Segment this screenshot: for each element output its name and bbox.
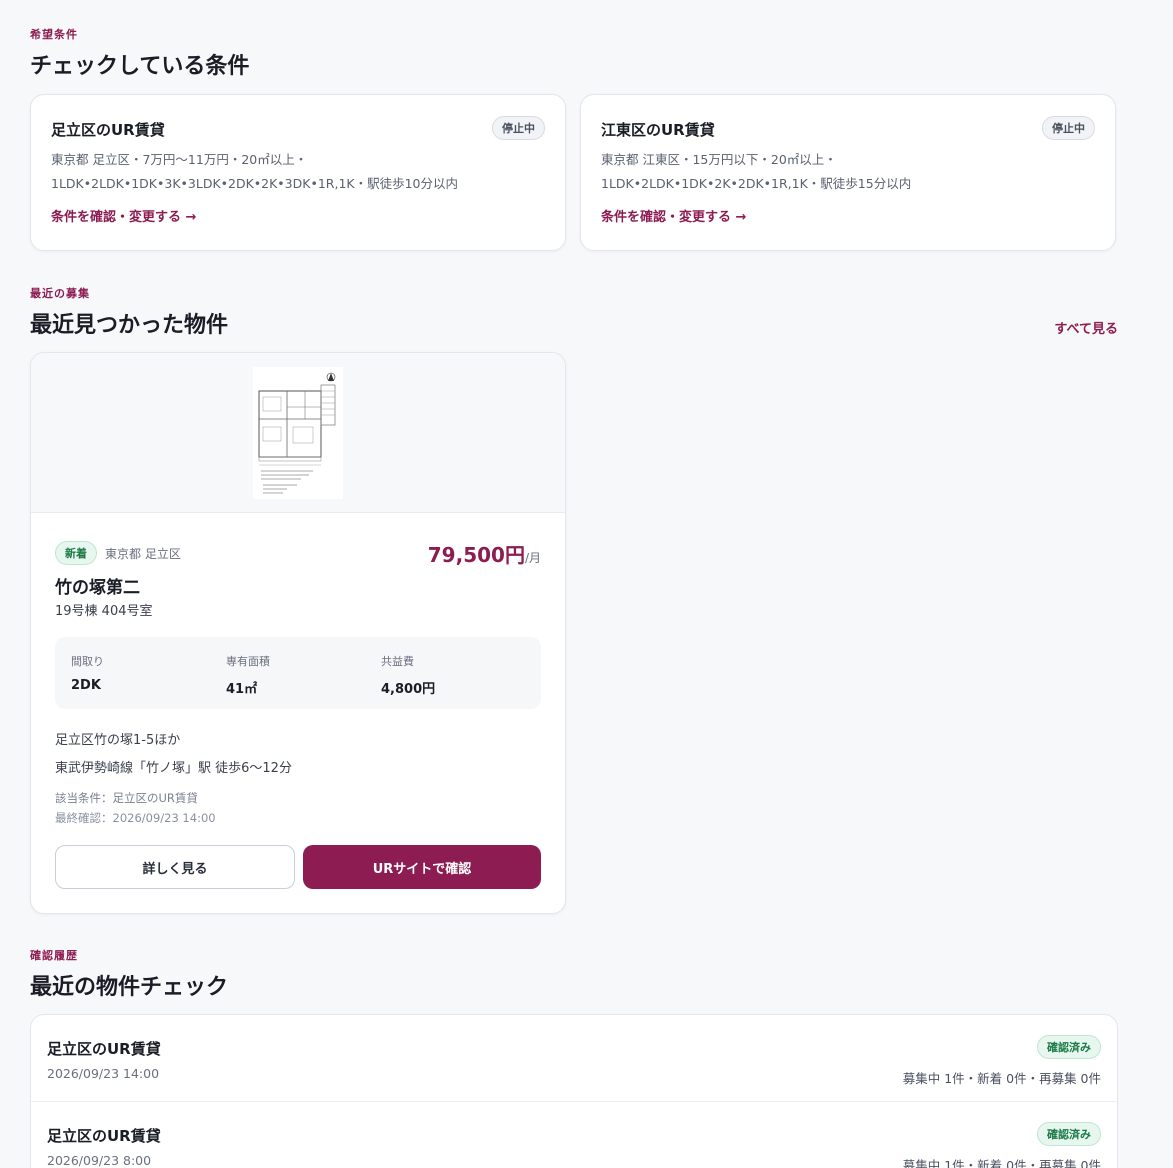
- history-time: 2026/09/23 14:00: [47, 1066, 160, 1081]
- condition-card: 江東区のUR賃貸 停止中 東京都 江東区・15万円以下・20㎡以上・1LDK•2…: [580, 94, 1116, 251]
- history-eyebrow: 確認履歴: [30, 949, 78, 962]
- details-button[interactable]: 詳しく見る: [55, 845, 295, 889]
- stat-area: 専有面積 41㎡: [226, 653, 270, 697]
- history-summary: 募集中 1件・新着 0件・再募集 0件: [902, 1071, 1101, 1086]
- history-name: 足立区のUR賃貸: [47, 1040, 161, 1058]
- stat-layout: 間取り 2DK: [71, 653, 104, 693]
- stat-value: 4,800円: [381, 682, 436, 697]
- stat-label: 共益費: [381, 655, 414, 668]
- floor-plan-drawing: [258, 372, 336, 494]
- edit-condition-link[interactable]: 条件を確認・変更する →: [51, 206, 545, 225]
- condition-name: 江東区のUR賃貸: [601, 121, 715, 139]
- property-stats: 間取り 2DK 専有面積 41㎡ 共益費 4,800円: [55, 637, 541, 709]
- conditions-eyebrow: 希望条件: [30, 28, 78, 41]
- history-row[interactable]: 足立区のUR賃貸 2026/09/23 8:00 確認済み 募集中 1件・新着 …: [31, 1102, 1117, 1168]
- property-room: 19号棟 404号室: [55, 604, 153, 619]
- price-value: 79,500円: [427, 543, 525, 567]
- conditions-section-header: 希望条件 チェックしている条件: [30, 26, 249, 80]
- condition-description: 東京都 足立区・7万円〜11万円・20㎡以上・1LDK•2LDK•1DK•3K•…: [51, 152, 458, 191]
- recent-eyebrow: 最近の募集: [30, 287, 90, 300]
- property-name: 竹の塚第二: [55, 578, 140, 598]
- history-list: 足立区のUR賃貸 2026/09/23 14:00 確認済み 募集中 1件・新着…: [30, 1014, 1118, 1168]
- floor-plan-area: [31, 353, 565, 513]
- checked-badge: 確認済み: [1037, 1122, 1101, 1146]
- stat-fee: 共益費 4,800円: [381, 653, 435, 697]
- property-price: 79,500円 /月: [428, 539, 541, 568]
- stat-value: 2DK: [71, 678, 101, 693]
- conditions-title: チェックしている条件: [30, 54, 250, 79]
- status-badge: 停止中: [1042, 116, 1095, 140]
- status-badge: 停止中: [492, 116, 545, 140]
- recent-title: 最近見つかった物件: [30, 313, 229, 338]
- property-card: 新着 東京都 足立区 79,500円 /月 竹の塚第二 19号棟 404号室 間…: [30, 352, 566, 914]
- history-section-header: 確認履歴 最近の物件チェック: [30, 947, 228, 1001]
- history-time: 2026/09/23 8:00: [47, 1153, 152, 1168]
- recent-section-header: 最近の募集 最近見つかった物件: [30, 285, 228, 339]
- matched-condition: 該当条件：足立区のUR賃貸: [55, 791, 198, 805]
- edit-condition-link[interactable]: 条件を確認・変更する →: [601, 206, 1095, 225]
- history-row[interactable]: 足立区のUR賃貸 2026/09/23 14:00 確認済み 募集中 1件・新着…: [31, 1015, 1117, 1102]
- last-checked: 最終確認：2026/09/23 14:00: [55, 811, 216, 825]
- stat-label: 専有面積: [226, 655, 270, 668]
- price-unit: /月: [524, 551, 541, 565]
- floor-plan-image[interactable]: [253, 366, 343, 499]
- property-area: 東京都 足立区: [105, 546, 181, 561]
- condition-card: 足立区のUR賃貸 停止中 東京都 足立区・7万円〜11万円・20㎡以上・1LDK…: [30, 94, 566, 251]
- condition-name: 足立区のUR賃貸: [51, 121, 165, 139]
- new-badge: 新着: [55, 541, 97, 565]
- property-address: 足立区竹の塚1-5ほか: [55, 733, 181, 748]
- ur-site-button[interactable]: URサイトで確認: [303, 845, 541, 889]
- history-title: 最近の物件チェック: [30, 975, 229, 1000]
- checked-badge: 確認済み: [1037, 1035, 1101, 1059]
- see-all-link[interactable]: すべて見る: [1054, 318, 1118, 337]
- property-meta: 新着 東京都 足立区: [55, 541, 181, 565]
- history-name: 足立区のUR賃貸: [47, 1127, 161, 1145]
- stat-label: 間取り: [71, 655, 104, 668]
- history-summary: 募集中 1件・新着 0件・再募集 0件: [902, 1158, 1101, 1168]
- property-station: 東武伊勢崎線「竹ノ塚」駅 徒歩6〜12分: [55, 761, 292, 776]
- stat-value: 41㎡: [226, 682, 258, 697]
- condition-description: 東京都 江東区・15万円以下・20㎡以上・1LDK•2LDK•1DK•2K•2D…: [601, 152, 912, 191]
